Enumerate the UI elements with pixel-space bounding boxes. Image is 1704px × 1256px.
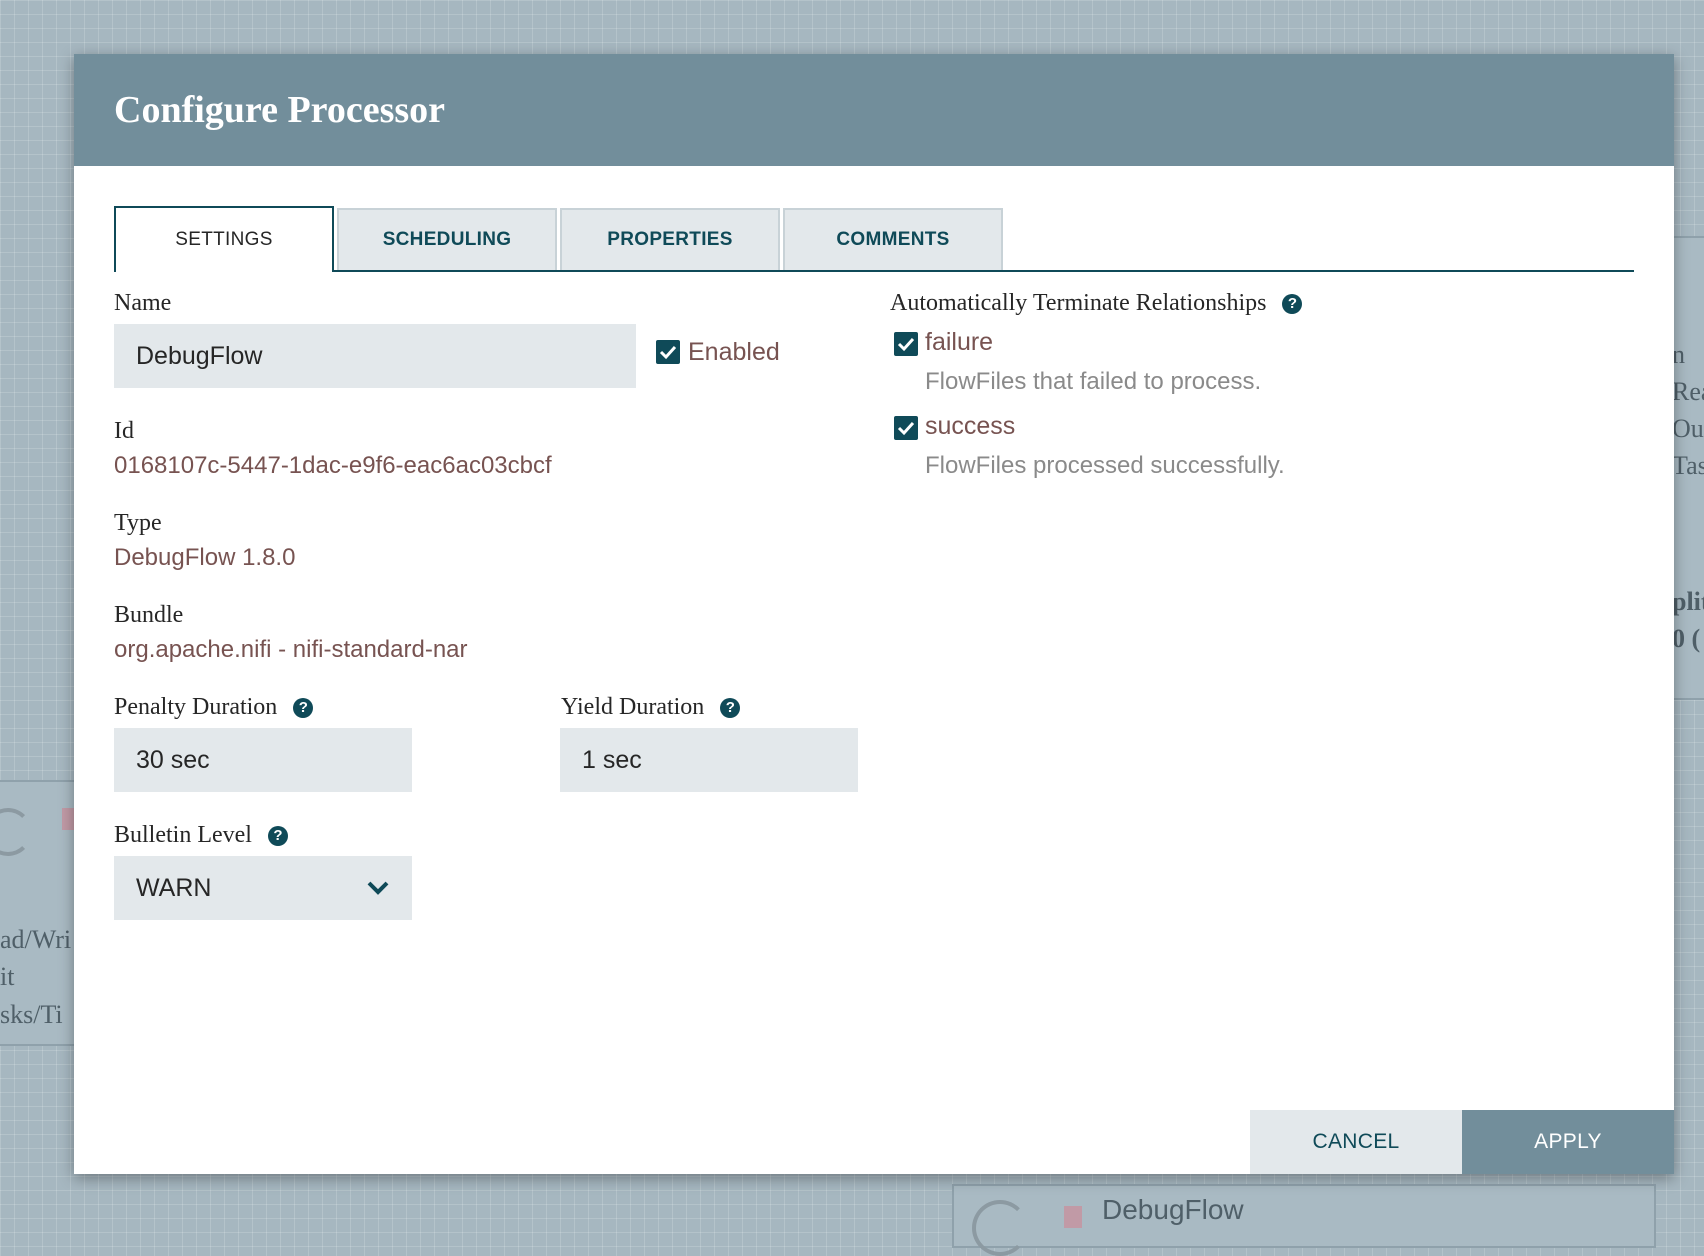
failure-description: FlowFiles that failed to process. [925,368,1262,395]
dialog-title: Configure Processor [114,89,446,131]
tab-comments[interactable]: COMMENTS [783,208,1003,270]
bulletin-level-value: WARN [136,873,212,902]
canvas-text: Out [1672,414,1704,443]
enabled-checkbox[interactable] [656,340,680,364]
tab-bar: SETTINGS SCHEDULING PROPERTIES COMMENTS [114,206,1634,272]
help-icon[interactable]: ? [720,697,741,718]
success-description: FlowFiles processed successfully. [925,452,1285,479]
tab-scheduling[interactable]: SCHEDULING [337,208,557,270]
canvas-text: Rea [1672,377,1704,406]
name-input[interactable] [114,324,636,388]
canvas-text: 0 ( [1672,624,1701,653]
penalty-duration-label: Penalty Duration ? [114,694,314,721]
canvas-text: sks/Ti [0,1000,63,1029]
checkmark-icon [659,345,677,360]
yield-duration-input[interactable] [560,728,858,792]
help-icon[interactable]: ? [267,825,288,846]
processor-status-icon [1064,1206,1082,1228]
yield-duration-label: Yield Duration ? [561,694,741,721]
checkmark-icon [897,421,915,436]
canvas-text: it [0,962,15,991]
failure-checkbox[interactable] [894,332,918,356]
name-label: Name [114,290,172,316]
checkmark-icon [897,337,915,352]
canvas-processor-name: DebugFlow [1102,1194,1244,1225]
canvas-text: plit [1672,587,1704,616]
enabled-label[interactable]: Enabled [688,338,780,367]
dialog-header: Configure Processor [74,54,1674,166]
canvas-processor-debugflow[interactable] [952,1184,1656,1248]
bundle-label: Bundle [114,602,184,628]
chevron-down-icon [367,881,389,895]
canvas-text: ad/Wri [0,925,72,954]
processor-icon [972,1200,1028,1256]
success-checkbox[interactable] [894,416,918,440]
help-icon[interactable]: ? [1282,293,1303,314]
id-value: 0168107c-5447-1dac-e9f6-eac6ac03cbcf [114,452,552,479]
penalty-duration-input[interactable] [114,728,412,792]
configure-processor-dialog: Configure Processor SETTINGS SCHEDULING … [74,54,1674,1174]
bulletin-level-select[interactable]: WARN [114,856,412,920]
canvas-text: Tas [1672,451,1704,480]
tab-properties[interactable]: PROPERTIES [560,208,780,270]
help-icon[interactable]: ? [293,697,314,718]
type-value: DebugFlow 1.8.0 [114,544,296,571]
auto-terminate-heading: Automatically Terminate Relationships ? [890,290,1303,317]
bulletin-level-label: Bulletin Level ? [114,822,288,849]
failure-label[interactable]: failure [925,328,993,357]
bundle-value: org.apache.nifi - nifi-standard-nar [114,636,468,663]
id-label: Id [114,418,134,444]
type-label: Type [114,510,162,536]
apply-button[interactable]: APPLY [1462,1110,1674,1174]
success-label[interactable]: success [925,412,1015,441]
cancel-button[interactable]: CANCEL [1250,1110,1462,1174]
tab-settings[interactable]: SETTINGS [114,206,334,272]
